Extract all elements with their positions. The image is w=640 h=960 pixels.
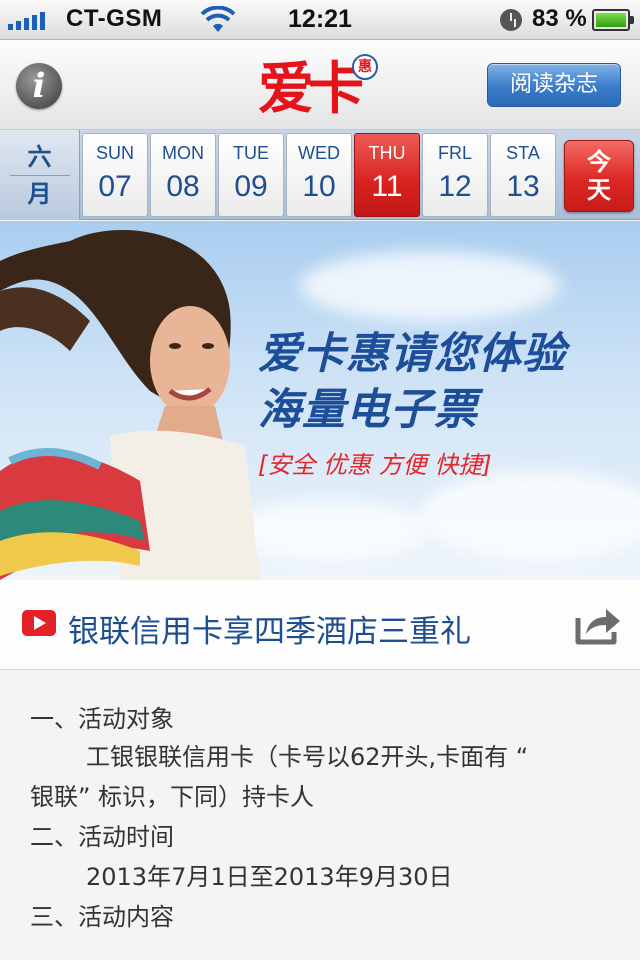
day-cell[interactable]: FRL 12 [422, 133, 488, 217]
article-body: 一、活动对象 工银银联信用卡（卡号以62开头,卡面有 “ 银联” 标识，下同）持… [0, 671, 640, 960]
calendar-strip: 六 月 SUN 07 MON 08 TUE 09 WED 10 THU 11 F… [0, 130, 640, 220]
month-top: 六 [27, 142, 52, 171]
month-bottom: 月 [27, 179, 52, 208]
day-name: STA [506, 143, 540, 163]
banner-headline-2: 海量电子票 [258, 385, 478, 435]
share-icon[interactable] [574, 604, 622, 646]
day-cell[interactable]: WED 10 [286, 133, 352, 217]
day-name: THU [368, 143, 406, 163]
day-name: TUE [233, 143, 269, 163]
woman-photo [0, 229, 260, 580]
banner-headline-1: 爱卡惠请您体验 [258, 329, 566, 379]
paragraph-text: 银联” 标识，下同）持卡人 [30, 783, 315, 811]
day-name: SUN [95, 143, 134, 163]
month-label: 六 月 [0, 130, 80, 220]
day-cell[interactable]: STA 13 [490, 133, 556, 217]
app-header: i 爱卡 惠 阅读杂志 [0, 40, 640, 130]
paragraph-text: 2013年7月1日至2013年9月30日 [86, 863, 453, 891]
read-magazine-button[interactable]: 阅读杂志 [487, 63, 621, 107]
banner-tagline: [安全 优惠 方便 快捷] [258, 451, 492, 479]
section-heading: 二、活动时间 [30, 823, 174, 851]
carrier-label: CT-GSM [66, 5, 163, 32]
clock-time: 12:21 [288, 5, 352, 33]
battery-icon [592, 9, 634, 31]
day-date: 08 [166, 170, 200, 203]
logo-text: 爱卡 [258, 57, 364, 122]
battery-percent: 83 % [532, 5, 587, 32]
app-logo: 爱卡 惠 [258, 48, 382, 124]
day-date: 09 [234, 170, 268, 203]
day-date: 13 [506, 170, 540, 203]
wifi-icon [200, 6, 236, 32]
day-date: 10 [302, 170, 336, 203]
today-top: 今 [587, 148, 611, 176]
article-header: 银联信用卡享四季酒店三重礼 [0, 580, 640, 670]
play-icon [22, 610, 56, 636]
day-cell[interactable]: TUE 09 [218, 133, 284, 217]
day-date: 12 [438, 170, 472, 203]
section-heading: 一、活动对象 [30, 705, 174, 733]
logo-badge: 惠 [352, 54, 378, 80]
today-bottom: 天 [587, 176, 611, 204]
signal-icon [8, 10, 45, 30]
article-title: 银联信用卡享四季酒店三重礼 [68, 614, 471, 650]
day-name: WED [298, 143, 340, 163]
day-date: 11 [371, 170, 403, 203]
today-button[interactable]: 今 天 [564, 140, 634, 212]
day-cell-selected[interactable]: THU 11 [354, 133, 420, 217]
clock-icon [500, 9, 522, 31]
day-cell[interactable]: SUN 07 [82, 133, 148, 217]
day-name: MON [162, 143, 204, 163]
status-bar: CT-GSM 12:21 83 % [0, 0, 640, 40]
promo-banner[interactable]: 爱卡惠请您体验 海量电子票 [安全 优惠 方便 快捷] [0, 221, 640, 580]
day-date: 07 [98, 170, 132, 203]
day-name: FRL [437, 143, 472, 163]
info-button[interactable]: i [16, 63, 62, 109]
section-heading: 三、活动内容 [30, 903, 174, 931]
paragraph-text: 工银银联信用卡（卡号以62开头,卡面有 “ [86, 743, 529, 771]
day-cell[interactable]: MON 08 [150, 133, 216, 217]
